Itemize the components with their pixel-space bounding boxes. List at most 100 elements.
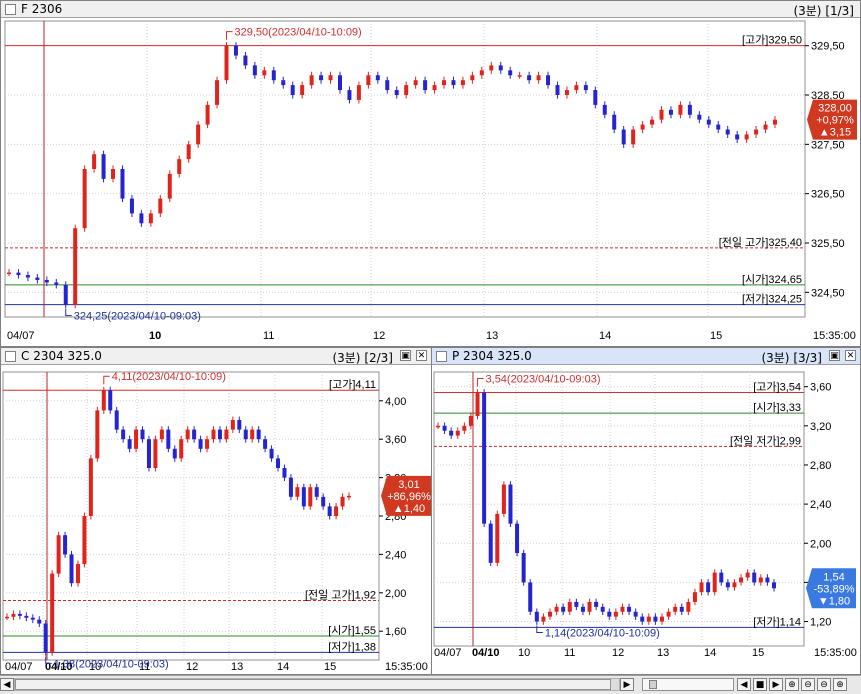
candle-body	[594, 601, 599, 607]
candle-body	[127, 439, 132, 449]
candle-body	[139, 213, 144, 224]
candle-body	[508, 484, 513, 524]
call-chart-panel: C 2304 325.0 (3분) [2/3] ▣ ✕ 4,003,603,20…	[0, 347, 432, 675]
close-icon[interactable]: ✕	[416, 350, 427, 361]
y-tick-label: 329,50	[811, 41, 845, 53]
candle-body	[192, 429, 197, 440]
candle-body	[423, 80, 428, 91]
candle-body	[153, 439, 158, 468]
candle-body	[300, 85, 305, 95]
candle-body	[328, 75, 333, 81]
put-option-candle-chart[interactable]: 3,603,202,802,402,001,601,2004/0704/1010…	[432, 364, 860, 674]
candle-body	[340, 496, 345, 507]
candle-body	[697, 114, 702, 120]
x-tick-label: 12	[612, 647, 624, 659]
next-icon[interactable]: ▶	[769, 678, 783, 691]
ref-line-label: [고가]4,11	[329, 378, 376, 391]
candle-body	[262, 70, 267, 76]
candle-body	[527, 75, 532, 81]
put-title-bar: P 2304 325.0 (3분) [3/3] ▣ ✕	[432, 348, 860, 365]
candle-body	[765, 577, 770, 583]
y-tick-label: 2,40	[810, 499, 831, 511]
close-icon[interactable]: ✕	[845, 350, 856, 361]
x-tick-label: 10	[518, 647, 530, 659]
futures-title-bar: F 2306 (3분) [1/3]	[1, 1, 860, 18]
candle-body	[186, 144, 191, 160]
candle-body	[309, 75, 314, 86]
scroll-track[interactable]	[14, 678, 620, 691]
candle-body	[413, 80, 418, 86]
candle-body	[451, 80, 456, 86]
candle-body	[536, 75, 541, 81]
call-option-candle-chart[interactable]: 4,003,603,202,802,402,001,6004/0704/1010…	[1, 364, 431, 674]
candle-body	[243, 55, 248, 66]
candle-body	[640, 124, 645, 130]
scroll-left-icon[interactable]: ◀	[0, 678, 14, 691]
maximize-icon[interactable]: ▣	[400, 350, 411, 361]
candle-body	[442, 425, 447, 431]
candle-body	[436, 425, 440, 428]
panel-select-checkbox[interactable]	[5, 351, 16, 362]
candle-body	[224, 45, 229, 81]
candle-body	[167, 173, 172, 199]
candle-body	[666, 611, 671, 617]
candle-body	[319, 75, 324, 81]
zoom-knob[interactable]	[649, 680, 657, 689]
candle-body	[140, 429, 145, 440]
zoom-slider[interactable]	[642, 678, 734, 691]
candle-body	[631, 129, 636, 145]
y-tick-label: 2,00	[385, 588, 406, 600]
candle-body	[479, 70, 484, 76]
candle-body	[602, 104, 607, 115]
panel-select-checkbox[interactable]	[436, 351, 447, 362]
candle-body	[250, 429, 255, 440]
candle-body	[121, 429, 126, 440]
ref-line-label: [저가]1,14	[753, 615, 801, 628]
x-tick-label: 13	[657, 647, 669, 659]
zoom-out-alt-icon[interactable]: ⊖	[817, 678, 831, 691]
current-change: ▲1,40	[393, 503, 425, 515]
ref-line-label: [고가]329,50	[742, 34, 802, 47]
candle-body	[515, 523, 520, 554]
prev-icon[interactable]: ◀	[737, 678, 751, 691]
candle-body	[37, 619, 42, 624]
candle-body	[488, 523, 493, 563]
zoom-out-icon[interactable]: ⊖	[801, 678, 815, 691]
candle-body	[394, 90, 399, 95]
stop-icon[interactable]: ■	[753, 678, 767, 691]
candle-body	[281, 80, 286, 86]
candle-body	[712, 572, 717, 593]
x-tick-label: 11	[263, 330, 274, 342]
zoom-fit-icon[interactable]: ⊕	[833, 678, 847, 691]
ref-line-label: [고가]3,54	[753, 381, 801, 394]
put-chart-panel: P 2304 325.0 (3분) [3/3] ▣ ✕ 3,60 3,20 2,80…	[431, 347, 861, 675]
candle-body	[646, 616, 651, 622]
panel-select-checkbox[interactable]	[5, 4, 16, 15]
candle-body	[640, 616, 645, 622]
candle-body	[482, 392, 487, 524]
candle-body	[468, 416, 473, 426]
scroll-thumb[interactable]	[15, 679, 611, 690]
candle-body	[754, 129, 759, 135]
zoom-in-icon[interactable]: ⊕	[785, 678, 799, 691]
candle-body	[158, 198, 163, 214]
candle-body	[719, 572, 724, 583]
candle-body	[177, 159, 182, 174]
candle-body	[271, 70, 276, 81]
scroll-right-icon[interactable]: ▶	[620, 678, 634, 691]
maximize-icon[interactable]: ▣	[829, 350, 840, 361]
candle-body	[56, 535, 61, 574]
candle-body	[546, 75, 551, 86]
futures-candle-chart[interactable]: 329,50328,50327,50326,50325,50324,5004/0…	[1, 17, 860, 346]
candle-body	[146, 439, 151, 468]
candle-body	[24, 615, 29, 618]
ref-line-label: [저가]324,25	[742, 293, 802, 306]
candle-body	[269, 448, 274, 459]
candle-body	[205, 439, 210, 449]
ref-line-label: [저가]1,38	[328, 640, 376, 653]
current-change-pct: +0,97%	[816, 115, 854, 127]
plot-area	[4, 20, 806, 318]
x-tick-label: 13	[231, 661, 243, 673]
candle-body	[295, 487, 300, 497]
candle-body	[101, 390, 106, 411]
